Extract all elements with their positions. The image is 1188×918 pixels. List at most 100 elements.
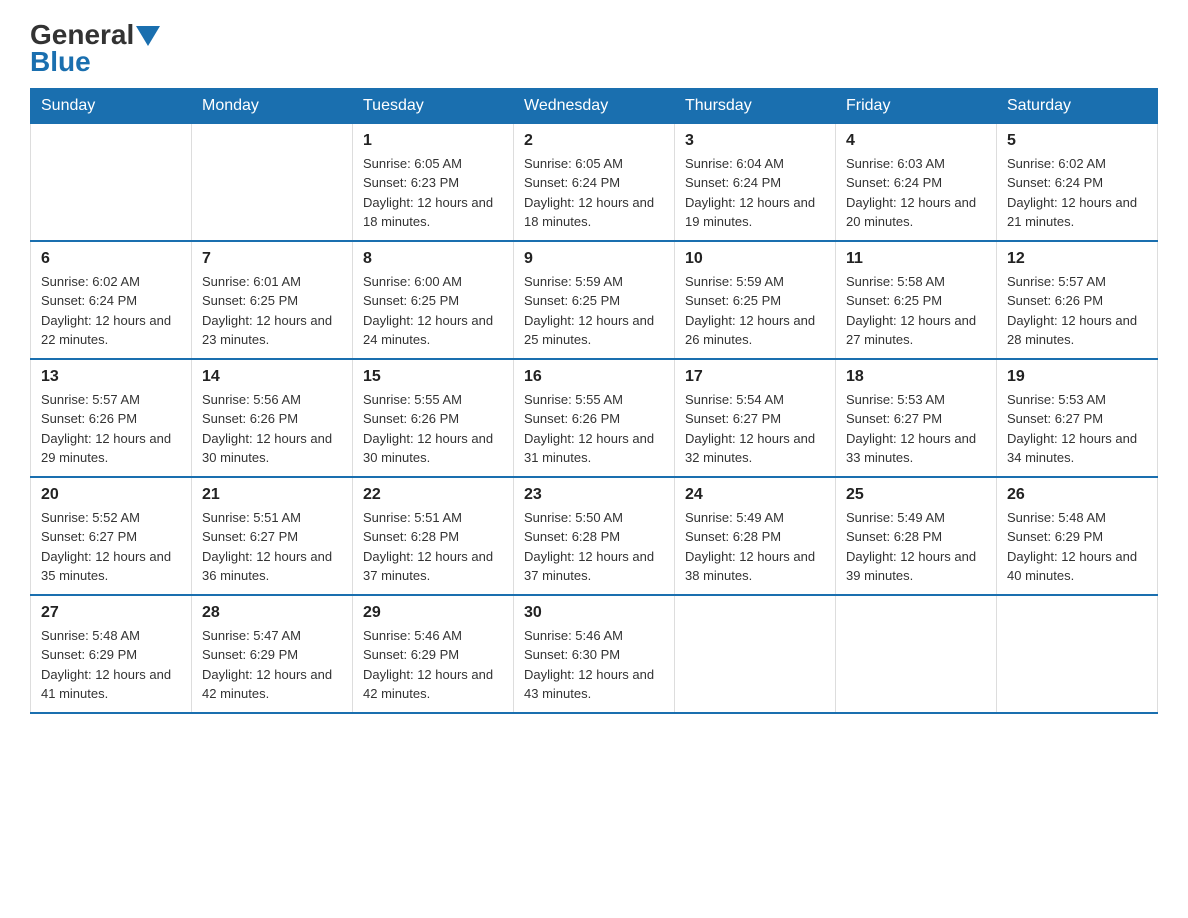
day-number: 8: [363, 250, 503, 268]
day-number: 3: [685, 132, 825, 150]
day-info: Sunrise: 6:04 AM Sunset: 6:24 PM Dayligh…: [685, 154, 825, 232]
day-info: Sunrise: 5:51 AM Sunset: 6:28 PM Dayligh…: [363, 508, 503, 586]
day-info: Sunrise: 5:46 AM Sunset: 6:29 PM Dayligh…: [363, 626, 503, 704]
calendar-day-cell: 29 Sunrise: 5:46 AM Sunset: 6:29 PM Dayli…: [353, 595, 514, 713]
day-number: 15: [363, 368, 503, 386]
day-info: Sunrise: 5:56 AM Sunset: 6:26 PM Dayligh…: [202, 390, 342, 468]
day-info: Sunrise: 5:52 AM Sunset: 6:27 PM Dayligh…: [41, 508, 181, 586]
calendar-day-cell: 11 Sunrise: 5:58 AM Sunset: 6:25 PM Dayli…: [836, 241, 997, 359]
calendar-day-cell: 26 Sunrise: 5:48 AM Sunset: 6:29 PM Dayli…: [997, 477, 1158, 595]
calendar-day-cell: 20 Sunrise: 5:52 AM Sunset: 6:27 PM Dayli…: [31, 477, 192, 595]
day-info: Sunrise: 6:02 AM Sunset: 6:24 PM Dayligh…: [41, 272, 181, 350]
day-info: Sunrise: 5:47 AM Sunset: 6:29 PM Dayligh…: [202, 626, 342, 704]
day-info: Sunrise: 6:05 AM Sunset: 6:23 PM Dayligh…: [363, 154, 503, 232]
day-number: 14: [202, 368, 342, 386]
day-number: 28: [202, 604, 342, 622]
calendar-day-cell: 4 Sunrise: 6:03 AM Sunset: 6:24 PM Daylig…: [836, 123, 997, 241]
calendar-day-cell: 3 Sunrise: 6:04 AM Sunset: 6:24 PM Daylig…: [675, 123, 836, 241]
calendar-day-cell: 24Sunrise: 5:49 AM Sunset: 6:28 PM Dayli…: [675, 477, 836, 595]
calendar-day-cell: 27 Sunrise: 5:48 AM Sunset: 6:29 PM Dayli…: [31, 595, 192, 713]
day-number: 4: [846, 132, 986, 150]
page-header: General Blue: [30, 20, 1158, 78]
calendar-day-cell: 28 Sunrise: 5:47 AM Sunset: 6:29 PM Dayli…: [192, 595, 353, 713]
day-number: 9: [524, 250, 664, 268]
calendar-day-cell: 25 Sunrise: 5:49 AM Sunset: 6:28 PM Dayli…: [836, 477, 997, 595]
calendar-day-cell: 15 Sunrise: 5:55 AM Sunset: 6:26 PM Dayli…: [353, 359, 514, 477]
day-number: 13: [41, 368, 181, 386]
day-number: 1: [363, 132, 503, 150]
calendar-day-cell: [675, 595, 836, 713]
calendar-day-header: Sunday: [31, 88, 192, 123]
calendar-day-cell: 1 Sunrise: 6:05 AM Sunset: 6:23 PM Daylig…: [353, 123, 514, 241]
logo-blue: Blue: [30, 47, 160, 78]
calendar-day-cell: 21Sunrise: 5:51 AM Sunset: 6:27 PM Dayli…: [192, 477, 353, 595]
day-number: 19: [1007, 368, 1147, 386]
calendar-day-cell: [31, 123, 192, 241]
day-info: Sunrise: 5:54 AM Sunset: 6:27 PM Dayligh…: [685, 390, 825, 468]
calendar-day-cell: 9 Sunrise: 5:59 AM Sunset: 6:25 PM Daylig…: [514, 241, 675, 359]
calendar-day-cell: 12 Sunrise: 5:57 AM Sunset: 6:26 PM Dayli…: [997, 241, 1158, 359]
calendar-header-row: SundayMondayTuesdayWednesdayThursdayFrid…: [31, 88, 1158, 123]
calendar-day-cell: 18Sunrise: 5:53 AM Sunset: 6:27 PM Dayli…: [836, 359, 997, 477]
calendar-day-header: Tuesday: [353, 88, 514, 123]
day-number: 30: [524, 604, 664, 622]
day-info: Sunrise: 5:48 AM Sunset: 6:29 PM Dayligh…: [1007, 508, 1147, 586]
calendar-day-cell: 16 Sunrise: 5:55 AM Sunset: 6:26 PM Dayli…: [514, 359, 675, 477]
calendar-day-cell: [997, 595, 1158, 713]
day-number: 27: [41, 604, 181, 622]
calendar-day-header: Friday: [836, 88, 997, 123]
calendar-week-row: 20 Sunrise: 5:52 AM Sunset: 6:27 PM Dayli…: [31, 477, 1158, 595]
day-number: 24: [685, 486, 825, 504]
day-number: 10: [685, 250, 825, 268]
day-number: 2: [524, 132, 664, 150]
calendar-day-header: Thursday: [675, 88, 836, 123]
day-info: Sunrise: 6:00 AM Sunset: 6:25 PM Dayligh…: [363, 272, 503, 350]
calendar-week-row: 27 Sunrise: 5:48 AM Sunset: 6:29 PM Dayli…: [31, 595, 1158, 713]
day-number: 6: [41, 250, 181, 268]
day-info: Sunrise: 5:59 AM Sunset: 6:25 PM Dayligh…: [685, 272, 825, 350]
calendar-day-cell: 8 Sunrise: 6:00 AM Sunset: 6:25 PM Daylig…: [353, 241, 514, 359]
calendar-day-cell: 7Sunrise: 6:01 AM Sunset: 6:25 PM Daylig…: [192, 241, 353, 359]
calendar-day-cell: 23 Sunrise: 5:50 AM Sunset: 6:28 PM Dayli…: [514, 477, 675, 595]
calendar-day-cell: 19 Sunrise: 5:53 AM Sunset: 6:27 PM Dayli…: [997, 359, 1158, 477]
day-number: 11: [846, 250, 986, 268]
calendar-day-cell: 17 Sunrise: 5:54 AM Sunset: 6:27 PM Dayli…: [675, 359, 836, 477]
day-number: 22: [363, 486, 503, 504]
logo-triangle-icon: [136, 26, 160, 46]
day-number: 17: [685, 368, 825, 386]
day-info: Sunrise: 5:59 AM Sunset: 6:25 PM Dayligh…: [524, 272, 664, 350]
calendar-day-cell: 14 Sunrise: 5:56 AM Sunset: 6:26 PM Dayli…: [192, 359, 353, 477]
logo: General Blue: [30, 20, 160, 78]
day-number: 18: [846, 368, 986, 386]
day-info: Sunrise: 6:02 AM Sunset: 6:24 PM Dayligh…: [1007, 154, 1147, 232]
calendar-week-row: 13 Sunrise: 5:57 AM Sunset: 6:26 PM Dayli…: [31, 359, 1158, 477]
logo-text-block: General Blue: [30, 20, 160, 78]
day-info: Sunrise: 5:55 AM Sunset: 6:26 PM Dayligh…: [524, 390, 664, 468]
calendar-table: SundayMondayTuesdayWednesdayThursdayFrid…: [30, 88, 1158, 714]
day-info: Sunrise: 5:48 AM Sunset: 6:29 PM Dayligh…: [41, 626, 181, 704]
calendar-day-cell: [836, 595, 997, 713]
day-info: Sunrise: 5:53 AM Sunset: 6:27 PM Dayligh…: [1007, 390, 1147, 468]
calendar-day-cell: 5Sunrise: 6:02 AM Sunset: 6:24 PM Daylig…: [997, 123, 1158, 241]
day-number: 26: [1007, 486, 1147, 504]
calendar-day-cell: 10 Sunrise: 5:59 AM Sunset: 6:25 PM Dayli…: [675, 241, 836, 359]
day-number: 23: [524, 486, 664, 504]
calendar-day-cell: 30 Sunrise: 5:46 AM Sunset: 6:30 PM Dayli…: [514, 595, 675, 713]
day-info: Sunrise: 5:46 AM Sunset: 6:30 PM Dayligh…: [524, 626, 664, 704]
day-number: 25: [846, 486, 986, 504]
day-number: 20: [41, 486, 181, 504]
day-number: 12: [1007, 250, 1147, 268]
day-info: Sunrise: 6:03 AM Sunset: 6:24 PM Dayligh…: [846, 154, 986, 232]
day-info: Sunrise: 5:49 AM Sunset: 6:28 PM Dayligh…: [846, 508, 986, 586]
day-number: 16: [524, 368, 664, 386]
calendar-week-row: 1 Sunrise: 6:05 AM Sunset: 6:23 PM Daylig…: [31, 123, 1158, 241]
day-info: Sunrise: 5:55 AM Sunset: 6:26 PM Dayligh…: [363, 390, 503, 468]
day-number: 21: [202, 486, 342, 504]
day-info: Sunrise: 5:57 AM Sunset: 6:26 PM Dayligh…: [41, 390, 181, 468]
day-info: Sunrise: 6:01 AM Sunset: 6:25 PM Dayligh…: [202, 272, 342, 350]
day-info: Sunrise: 5:50 AM Sunset: 6:28 PM Dayligh…: [524, 508, 664, 586]
calendar-day-cell: 22 Sunrise: 5:51 AM Sunset: 6:28 PM Dayli…: [353, 477, 514, 595]
day-number: 29: [363, 604, 503, 622]
day-info: Sunrise: 5:58 AM Sunset: 6:25 PM Dayligh…: [846, 272, 986, 350]
day-info: Sunrise: 5:57 AM Sunset: 6:26 PM Dayligh…: [1007, 272, 1147, 350]
